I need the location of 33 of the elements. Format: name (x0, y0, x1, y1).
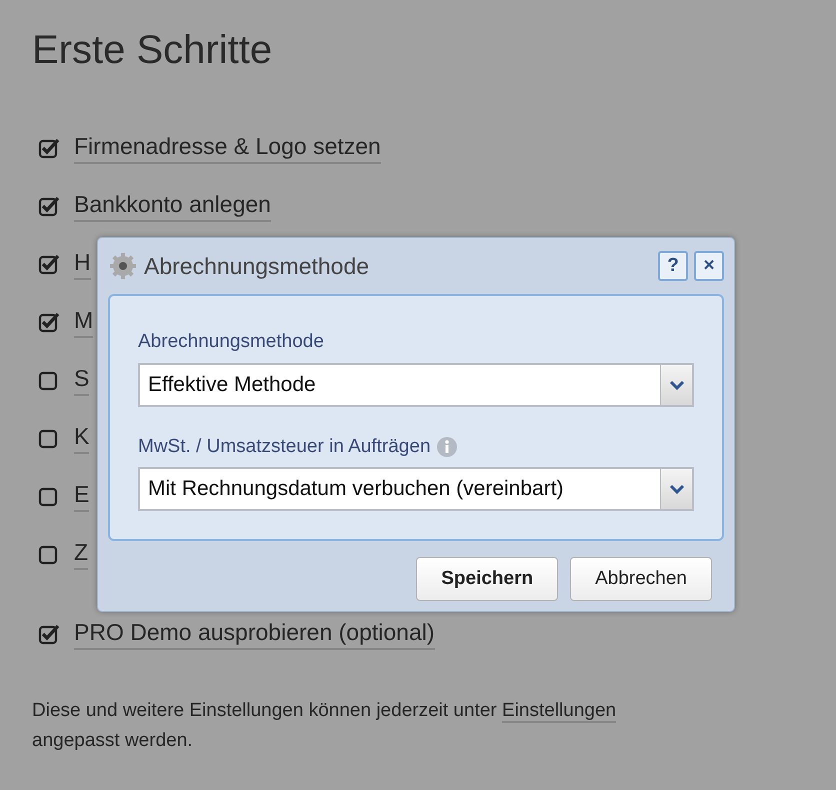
checkbox[interactable] (38, 485, 60, 507)
step-link[interactable]: M (74, 306, 94, 338)
checkbox[interactable] (38, 427, 60, 449)
checked-checkbox[interactable] (38, 195, 60, 217)
step-link[interactable]: E (74, 480, 90, 512)
save-button[interactable]: Speichern (416, 557, 558, 601)
step-link[interactable]: Bankkonto anlegen (74, 190, 271, 222)
checkbox[interactable] (38, 369, 60, 391)
checked-checkbox[interactable] (38, 137, 60, 159)
info-text: Diese und weitere Einstellungen können jederzeit unter Einstellungen angepasst werden. (32, 699, 618, 754)
checked-checkbox[interactable] (38, 253, 60, 275)
page-title: Erste Schritte (32, 27, 274, 74)
help-button[interactable]: ? (658, 251, 688, 281)
step-link[interactable]: H (74, 248, 91, 280)
step-link[interactable]: Firmenadresse & Logo setzen (74, 132, 381, 164)
step-link[interactable]: K (74, 422, 90, 454)
field-label: Abrechnungsmethode (138, 330, 324, 354)
cancel-button[interactable]: Abbrechen (570, 557, 712, 601)
settings-link[interactable]: Einstellungen (502, 700, 616, 723)
checked-checkbox[interactable] (38, 623, 60, 645)
select-field[interactable]: Effektive Methode (138, 362, 694, 406)
step-link[interactable]: Z (74, 538, 88, 570)
chevron-down-icon (668, 378, 684, 390)
step-link[interactable]: S (74, 364, 90, 396)
gear-icon (108, 251, 138, 281)
dialog-title: Abrechnungsmethode (144, 252, 370, 281)
checked-checkbox[interactable] (38, 311, 60, 333)
field-label: MwSt. / Umsatzsteuer in Aufträgen (138, 434, 431, 458)
select-field[interactable]: Mit Rechnungsdatum verbuchen (vereinbart) (138, 467, 694, 511)
checkbox[interactable] (38, 543, 60, 565)
chevron-down-icon (668, 483, 684, 495)
close-button[interactable]: × (694, 251, 724, 281)
step-link[interactable]: PRO Demo ausprobieren (optional) (74, 618, 435, 650)
